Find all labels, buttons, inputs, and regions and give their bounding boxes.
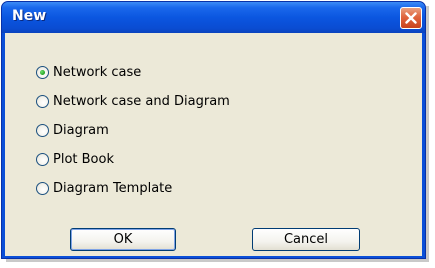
radio-diagram-template[interactable] [36, 181, 49, 195]
option-label-diagram-template: Diagram Template [53, 180, 173, 196]
option-network-case[interactable]: Network case [36, 62, 141, 82]
option-label-plot-book: Plot Book [53, 151, 114, 167]
close-button[interactable] [400, 7, 422, 29]
title-bar[interactable]: New [2, 2, 425, 33]
option-diagram[interactable]: Diagram [36, 120, 109, 140]
radio-plot-book[interactable] [36, 152, 49, 166]
dialog-body: Network case Network case and Diagram Di… [5, 33, 422, 256]
option-diagram-template[interactable]: Diagram Template [36, 178, 172, 198]
window-shadow-bottom [6, 259, 429, 262]
radio-network-case-and-diagram[interactable] [36, 94, 49, 108]
ok-button[interactable]: OK [70, 228, 176, 251]
option-plot-book[interactable]: Plot Book [36, 149, 114, 169]
option-network-case-and-diagram[interactable]: Network case and Diagram [36, 91, 230, 111]
radio-diagram[interactable] [36, 123, 49, 137]
window-shadow-right [426, 6, 429, 262]
new-dialog: New Network case Network case and Diagra… [1, 1, 426, 259]
option-label-diagram: Diagram [53, 122, 109, 138]
dialog-title: New [12, 8, 47, 24]
option-label-network-case-and-diagram: Network case and Diagram [53, 93, 230, 109]
option-label-network-case: Network case [53, 64, 142, 80]
cancel-button[interactable]: Cancel [252, 228, 360, 251]
close-icon [405, 12, 417, 24]
radio-network-case[interactable] [36, 65, 49, 79]
